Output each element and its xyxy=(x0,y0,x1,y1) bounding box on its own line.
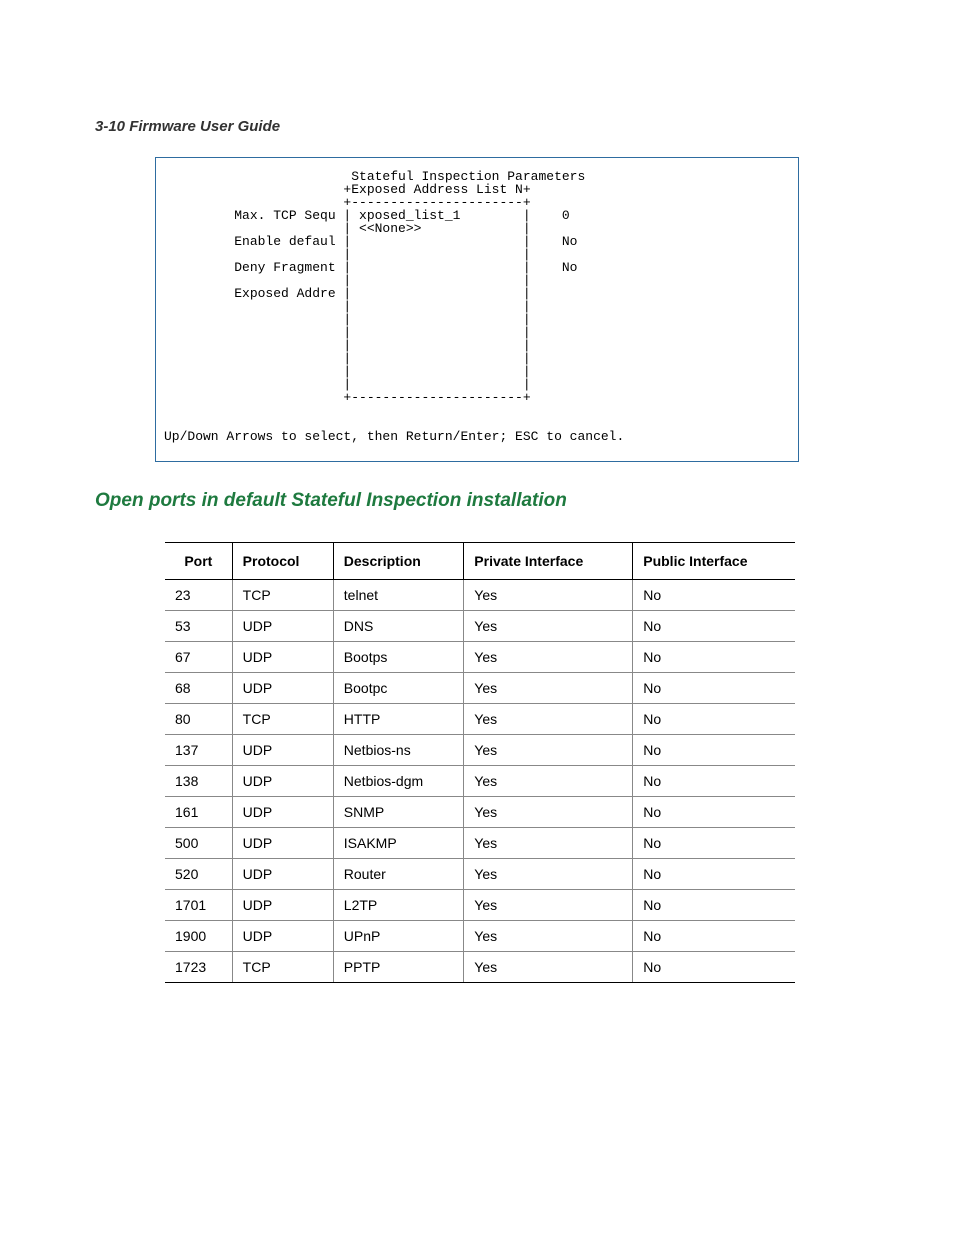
table-cell: UDP xyxy=(232,611,333,642)
table-row: 67UDPBootpsYesNo xyxy=(165,642,795,673)
table-header-cell: Public Interface xyxy=(633,543,795,580)
table-cell: Yes xyxy=(464,766,633,797)
table-cell: No xyxy=(633,642,795,673)
open-ports-table: PortProtocolDescriptionPrivate Interface… xyxy=(165,542,795,983)
table-cell: 1900 xyxy=(165,921,232,952)
table-cell: 520 xyxy=(165,859,232,890)
table-cell: ISAKMP xyxy=(333,828,464,859)
table-row: 161UDPSNMPYesNo xyxy=(165,797,795,828)
table-cell: UDP xyxy=(232,859,333,890)
table-cell: SNMP xyxy=(333,797,464,828)
table-cell: No xyxy=(633,828,795,859)
table-row: 80TCPHTTPYesNo xyxy=(165,704,795,735)
table-cell: Netbios-ns xyxy=(333,735,464,766)
table-cell: Yes xyxy=(464,735,633,766)
table-cell: 137 xyxy=(165,735,232,766)
document-page: 3-10 Firmware User Guide Stateful Inspec… xyxy=(0,0,954,1235)
table-row: 68UDPBootpcYesNo xyxy=(165,673,795,704)
table-row: 53UDPDNSYesNo xyxy=(165,611,795,642)
table-cell: UDP xyxy=(232,766,333,797)
table-cell: TCP xyxy=(232,952,333,983)
table-header-cell: Protocol xyxy=(232,543,333,580)
table-cell: 138 xyxy=(165,766,232,797)
table-cell: No xyxy=(633,673,795,704)
table-cell: UDP xyxy=(232,921,333,952)
section-heading: Open ports in default Stateful Inspectio… xyxy=(95,490,859,512)
table-cell: No xyxy=(633,797,795,828)
table-cell: No xyxy=(633,859,795,890)
table-cell: Yes xyxy=(464,611,633,642)
table-header-row: PortProtocolDescriptionPrivate Interface… xyxy=(165,543,795,580)
table-header-cell: Description xyxy=(333,543,464,580)
table-cell: UDP xyxy=(232,735,333,766)
table-cell: HTTP xyxy=(333,704,464,735)
table-cell: 67 xyxy=(165,642,232,673)
table-cell: No xyxy=(633,766,795,797)
table-cell: Yes xyxy=(464,642,633,673)
table-cell: No xyxy=(633,704,795,735)
table-cell: Yes xyxy=(464,704,633,735)
table-cell: Yes xyxy=(464,921,633,952)
terminal-screenshot: Stateful Inspection Parameters +Exposed … xyxy=(155,157,799,462)
table-cell: L2TP xyxy=(333,890,464,921)
table-cell: 68 xyxy=(165,673,232,704)
table-row: 1701UDPL2TPYesNo xyxy=(165,890,795,921)
page-header: 3-10 Firmware User Guide xyxy=(95,118,859,135)
table-cell: Yes xyxy=(464,580,633,611)
table-cell: No xyxy=(633,735,795,766)
table-cell: No xyxy=(633,580,795,611)
table-row: 137UDPNetbios-nsYesNo xyxy=(165,735,795,766)
table-row: 520UDPRouterYesNo xyxy=(165,859,795,890)
table-cell: Yes xyxy=(464,952,633,983)
table-row: 23TCPtelnetYesNo xyxy=(165,580,795,611)
table-row: 1723TCPPPTPYesNo xyxy=(165,952,795,983)
table-cell: No xyxy=(633,890,795,921)
table-cell: Router xyxy=(333,859,464,890)
table-cell: TCP xyxy=(232,704,333,735)
table-cell: UPnP xyxy=(333,921,464,952)
table-cell: UDP xyxy=(232,642,333,673)
table-cell: telnet xyxy=(333,580,464,611)
table-cell: 1723 xyxy=(165,952,232,983)
table-cell: 23 xyxy=(165,580,232,611)
table-cell: DNS xyxy=(333,611,464,642)
table-cell: 53 xyxy=(165,611,232,642)
table-cell: No xyxy=(633,952,795,983)
table-header-cell: Port xyxy=(165,543,232,580)
table-cell: Netbios-dgm xyxy=(333,766,464,797)
table-cell: UDP xyxy=(232,797,333,828)
table-cell: UDP xyxy=(232,828,333,859)
table-cell: Bootps xyxy=(333,642,464,673)
table-cell: Yes xyxy=(464,890,633,921)
table-cell: 161 xyxy=(165,797,232,828)
table-cell: No xyxy=(633,921,795,952)
table-cell: No xyxy=(633,611,795,642)
table-cell: Bootpc xyxy=(333,673,464,704)
table-cell: UDP xyxy=(232,673,333,704)
table-header-cell: Private Interface xyxy=(464,543,633,580)
table-row: 1900UDPUPnPYesNo xyxy=(165,921,795,952)
table-cell: UDP xyxy=(232,890,333,921)
table-cell: Yes xyxy=(464,859,633,890)
table-row: 500UDPISAKMPYesNo xyxy=(165,828,795,859)
table-cell: 1701 xyxy=(165,890,232,921)
table-cell: Yes xyxy=(464,828,633,859)
table-cell: TCP xyxy=(232,580,333,611)
table-cell: Yes xyxy=(464,673,633,704)
table-cell: 80 xyxy=(165,704,232,735)
table-cell: Yes xyxy=(464,797,633,828)
table-cell: 500 xyxy=(165,828,232,859)
table-cell: PPTP xyxy=(333,952,464,983)
table-row: 138UDPNetbios-dgmYesNo xyxy=(165,766,795,797)
